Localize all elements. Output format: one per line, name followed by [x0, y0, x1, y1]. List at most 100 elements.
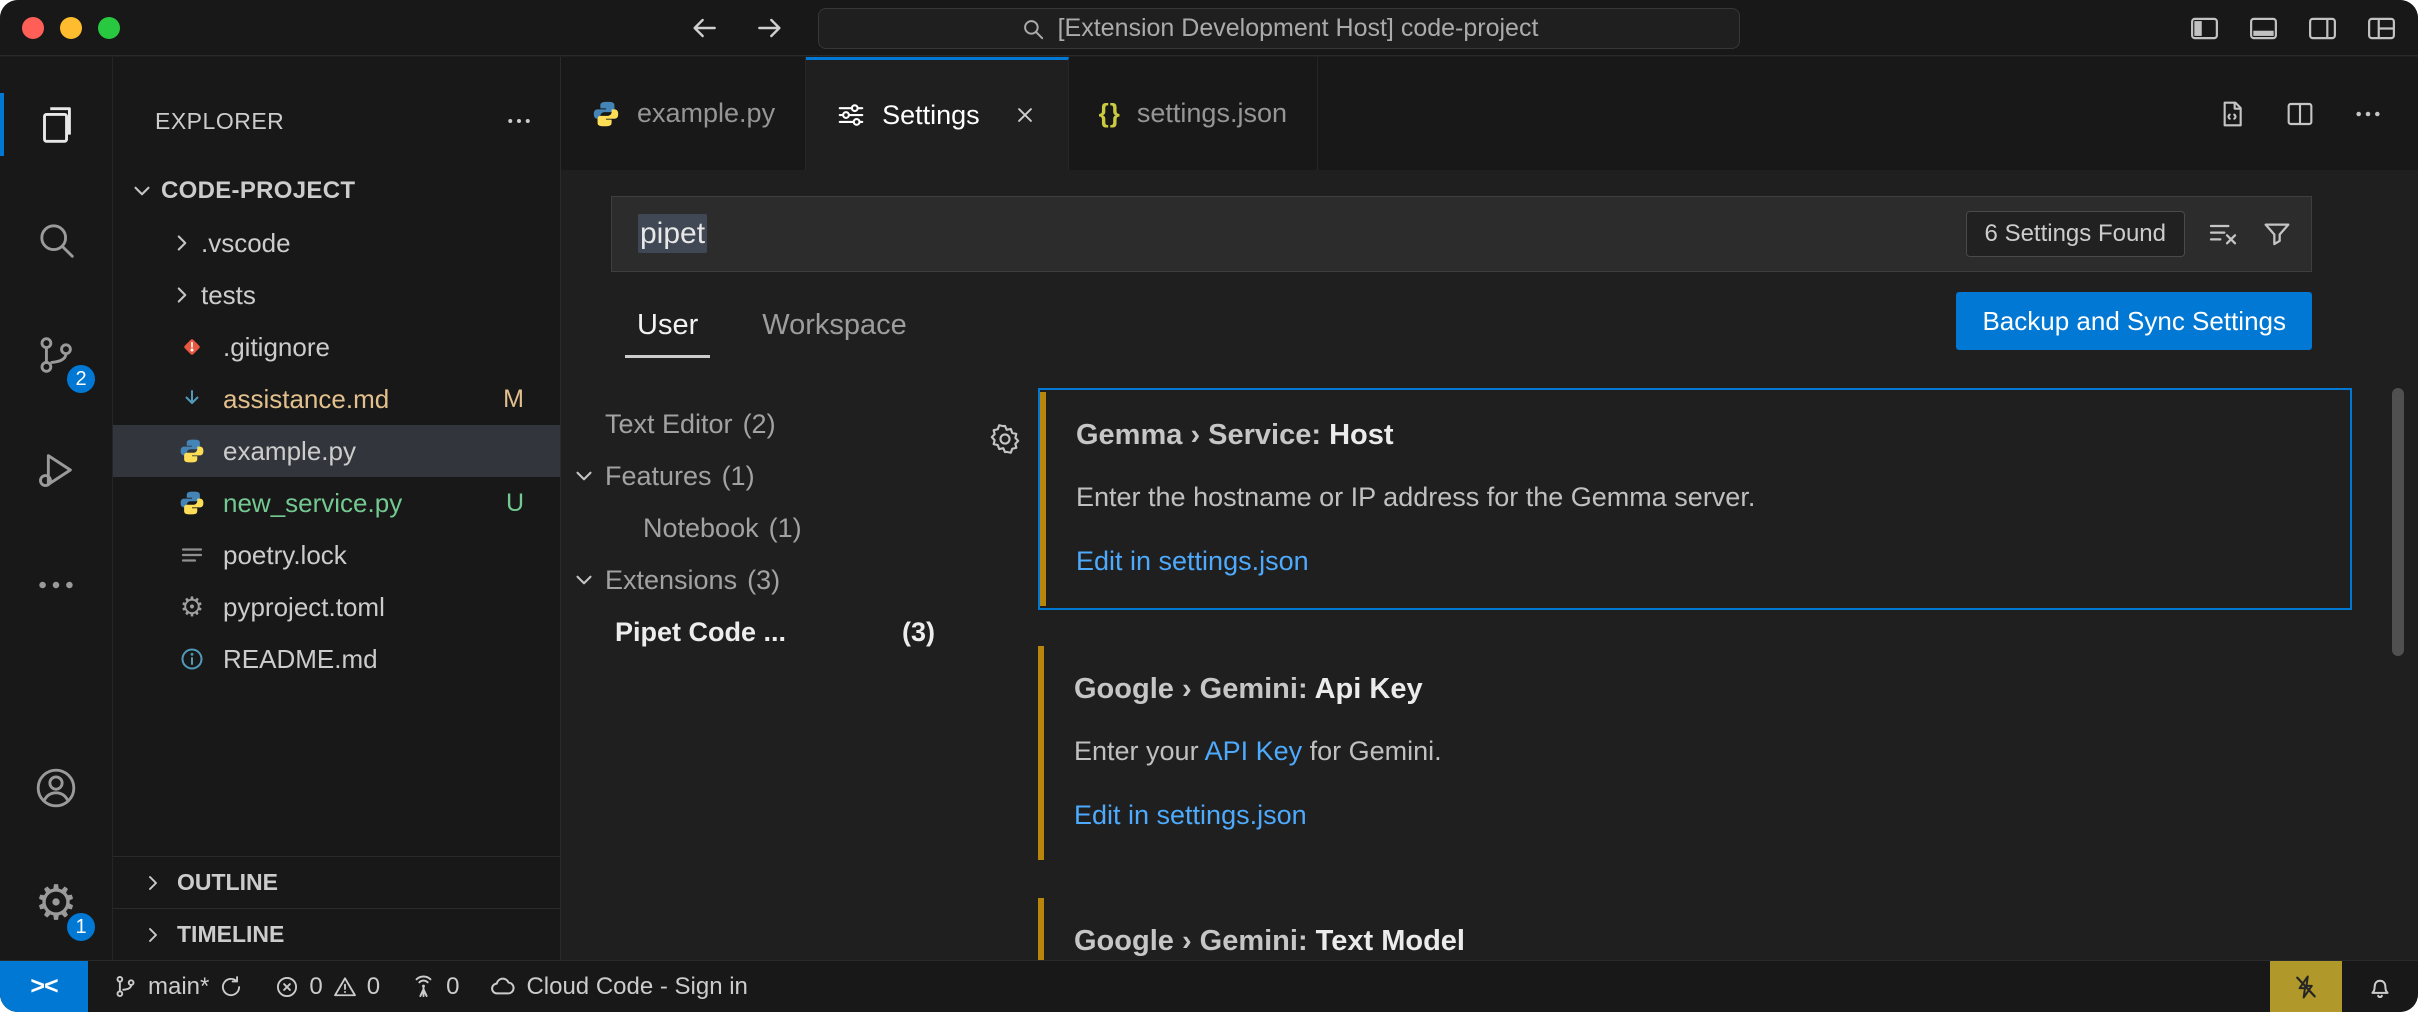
- remote-icon: ><: [30, 972, 57, 1001]
- git-icon: [175, 331, 209, 363]
- activitybar-settings[interactable]: ⚙ 1: [0, 845, 112, 960]
- problems-status-item[interactable]: 0 0: [274, 973, 380, 1001]
- toggle-panel-icon[interactable]: [2247, 12, 2280, 45]
- title-bar: [Extension Development Host] code-projec…: [0, 0, 2418, 56]
- command-center[interactable]: [Extension Development Host] code-projec…: [818, 8, 1740, 49]
- tree-item-assistance-md[interactable]: assistance.md M: [113, 373, 560, 425]
- git-status-badge: M: [503, 385, 524, 414]
- ports-status-item[interactable]: 0: [410, 973, 459, 1001]
- more-icon: [33, 562, 79, 608]
- filter-icon[interactable]: [2261, 218, 2293, 250]
- notifications-bell-item[interactable]: [2342, 961, 2418, 1012]
- chevron-right-icon: [141, 923, 165, 947]
- setting-gemini-api-key[interactable]: Google › Gemini: Api Key Enter your API …: [1038, 644, 2352, 862]
- setting-description: Enter your API Key for Gemini.: [1074, 732, 2316, 770]
- activitybar-accounts[interactable]: [0, 730, 112, 845]
- setting-category: Google › Gemini:: [1074, 673, 1315, 705]
- tree-item-poetry-lock[interactable]: poetry.lock: [113, 529, 560, 581]
- workbench: 2 ⚙ 1: [0, 57, 2418, 960]
- tree-item-tests[interactable]: tests: [113, 269, 560, 321]
- close-window-button[interactable]: [22, 17, 44, 39]
- activitybar-more[interactable]: [0, 527, 112, 642]
- tree-item-pyproject-toml[interactable]: ⚙ pyproject.toml: [113, 581, 560, 633]
- tab-settings-json[interactable]: {} settings.json: [1069, 57, 1318, 170]
- scope-tab-workspace[interactable]: Workspace: [750, 309, 919, 358]
- setting-title: Gemma › Service: Host: [1076, 416, 2314, 454]
- sync-icon: [218, 974, 244, 1000]
- activitybar-search[interactable]: [0, 182, 112, 297]
- settings-search-value: pipet: [638, 217, 707, 251]
- activitybar-source-control[interactable]: 2: [0, 297, 112, 412]
- toggle-secondary-sidebar-icon[interactable]: [2306, 12, 2339, 45]
- window-title: [Extension Development Host] code-projec…: [1058, 14, 1539, 43]
- outline-section-header[interactable]: OUTLINE: [113, 856, 560, 908]
- tree-item-vscode[interactable]: .vscode: [113, 217, 560, 269]
- edit-in-settings-json-link[interactable]: Edit in settings.json: [1074, 796, 2316, 834]
- settings-search-input[interactable]: pipet 6 Settings Found: [611, 196, 2312, 272]
- search-icon: [1020, 16, 1046, 42]
- cloud-code-status-item[interactable]: Cloud Code - Sign in: [489, 973, 747, 1001]
- toc-item-extensions[interactable]: Extensions (3): [561, 554, 961, 606]
- status-bar: >< main* 0 0: [0, 960, 2418, 1012]
- zoom-window-button[interactable]: [98, 17, 120, 39]
- customize-layout-icon[interactable]: [2365, 12, 2398, 45]
- setting-title: Google › Gemini: Text Model: [1074, 922, 2316, 960]
- activitybar-explorer[interactable]: [0, 67, 112, 182]
- clear-search-icon[interactable]: [2207, 218, 2239, 250]
- tab-label: Settings: [882, 100, 980, 131]
- edit-in-settings-json-link[interactable]: Edit in settings.json: [1076, 542, 2314, 580]
- setting-label: Host: [1329, 419, 1393, 451]
- toggle-primary-sidebar-icon[interactable]: [2188, 12, 2221, 45]
- tree-item-root[interactable]: CODE-PROJECT: [113, 165, 560, 217]
- tree-item-readme-md[interactable]: README.md: [113, 633, 560, 685]
- setting-category: Gemma › Service:: [1076, 419, 1329, 451]
- toc-item-notebook[interactable]: Notebook (1): [561, 502, 961, 554]
- extensions-disabled-status-item[interactable]: [2270, 961, 2342, 1012]
- tree-item-new-service-py[interactable]: new_service.py U: [113, 477, 560, 529]
- back-icon[interactable]: [688, 12, 720, 44]
- timeline-section-header[interactable]: TIMELINE: [113, 908, 560, 960]
- open-settings-json-icon[interactable]: [2216, 98, 2248, 130]
- settings-scrollbar[interactable]: [2392, 388, 2404, 656]
- close-tab-icon[interactable]: [1012, 102, 1038, 128]
- backup-sync-settings-button[interactable]: Backup and Sync Settings: [1956, 292, 2312, 350]
- tab-example-py[interactable]: example.py: [561, 57, 806, 170]
- tree-item-label: README.md: [223, 644, 378, 675]
- toc-count: (1): [769, 513, 802, 544]
- api-key-link[interactable]: API Key: [1205, 736, 1303, 766]
- scope-tab-user[interactable]: User: [625, 309, 710, 358]
- explorer-actions-icon[interactable]: [504, 106, 534, 136]
- cloud-code-label: Cloud Code - Sign in: [526, 973, 747, 1001]
- toc-item-pipet-code[interactable]: Pipet Code ... (3): [561, 606, 961, 658]
- source-control-badge: 2: [64, 362, 98, 396]
- setting-gemma-service-host[interactable]: Gemma › Service: Host Enter the hostname…: [1038, 388, 2352, 610]
- tree-item-label: assistance.md: [223, 384, 389, 415]
- account-icon: [33, 765, 79, 811]
- tree-item-gitignore[interactable]: .gitignore: [113, 321, 560, 373]
- toc-count: (3): [902, 617, 935, 648]
- remote-indicator[interactable]: ><: [0, 961, 88, 1012]
- section-label: OUTLINE: [177, 869, 278, 896]
- tree-item-example-py[interactable]: example.py: [113, 425, 560, 477]
- forward-icon[interactable]: [754, 12, 786, 44]
- setting-gemini-text-model[interactable]: Google › Gemini: Text Model: [1038, 896, 2352, 960]
- tree-item-label: poetry.lock: [223, 540, 347, 571]
- modified-indicator: [1040, 392, 1046, 606]
- settings-found-badge: 6 Settings Found: [1966, 211, 2185, 257]
- tree-item-label: .gitignore: [223, 332, 330, 363]
- gear-glyph: ⚙: [180, 594, 204, 621]
- minimize-window-button[interactable]: [60, 17, 82, 39]
- toc-item-features[interactable]: Features (1): [561, 450, 961, 502]
- chevron-down-icon: [129, 178, 161, 204]
- tree-item-label: tests: [201, 280, 256, 311]
- radio-tower-icon: [410, 973, 437, 1000]
- chevron-down-icon: [571, 567, 605, 593]
- tab-settings[interactable]: Settings: [806, 57, 1069, 170]
- branch-status-item[interactable]: main*: [112, 973, 244, 1001]
- toc-item-text-editor[interactable]: Text Editor (2): [561, 398, 961, 450]
- setting-edit-gear-icon[interactable]: [988, 422, 1022, 456]
- editor-more-actions-icon[interactable]: [2352, 98, 2384, 130]
- split-editor-icon[interactable]: [2284, 98, 2316, 130]
- activitybar-run-debug[interactable]: [0, 412, 112, 527]
- tree-item-label: pyproject.toml: [223, 592, 385, 623]
